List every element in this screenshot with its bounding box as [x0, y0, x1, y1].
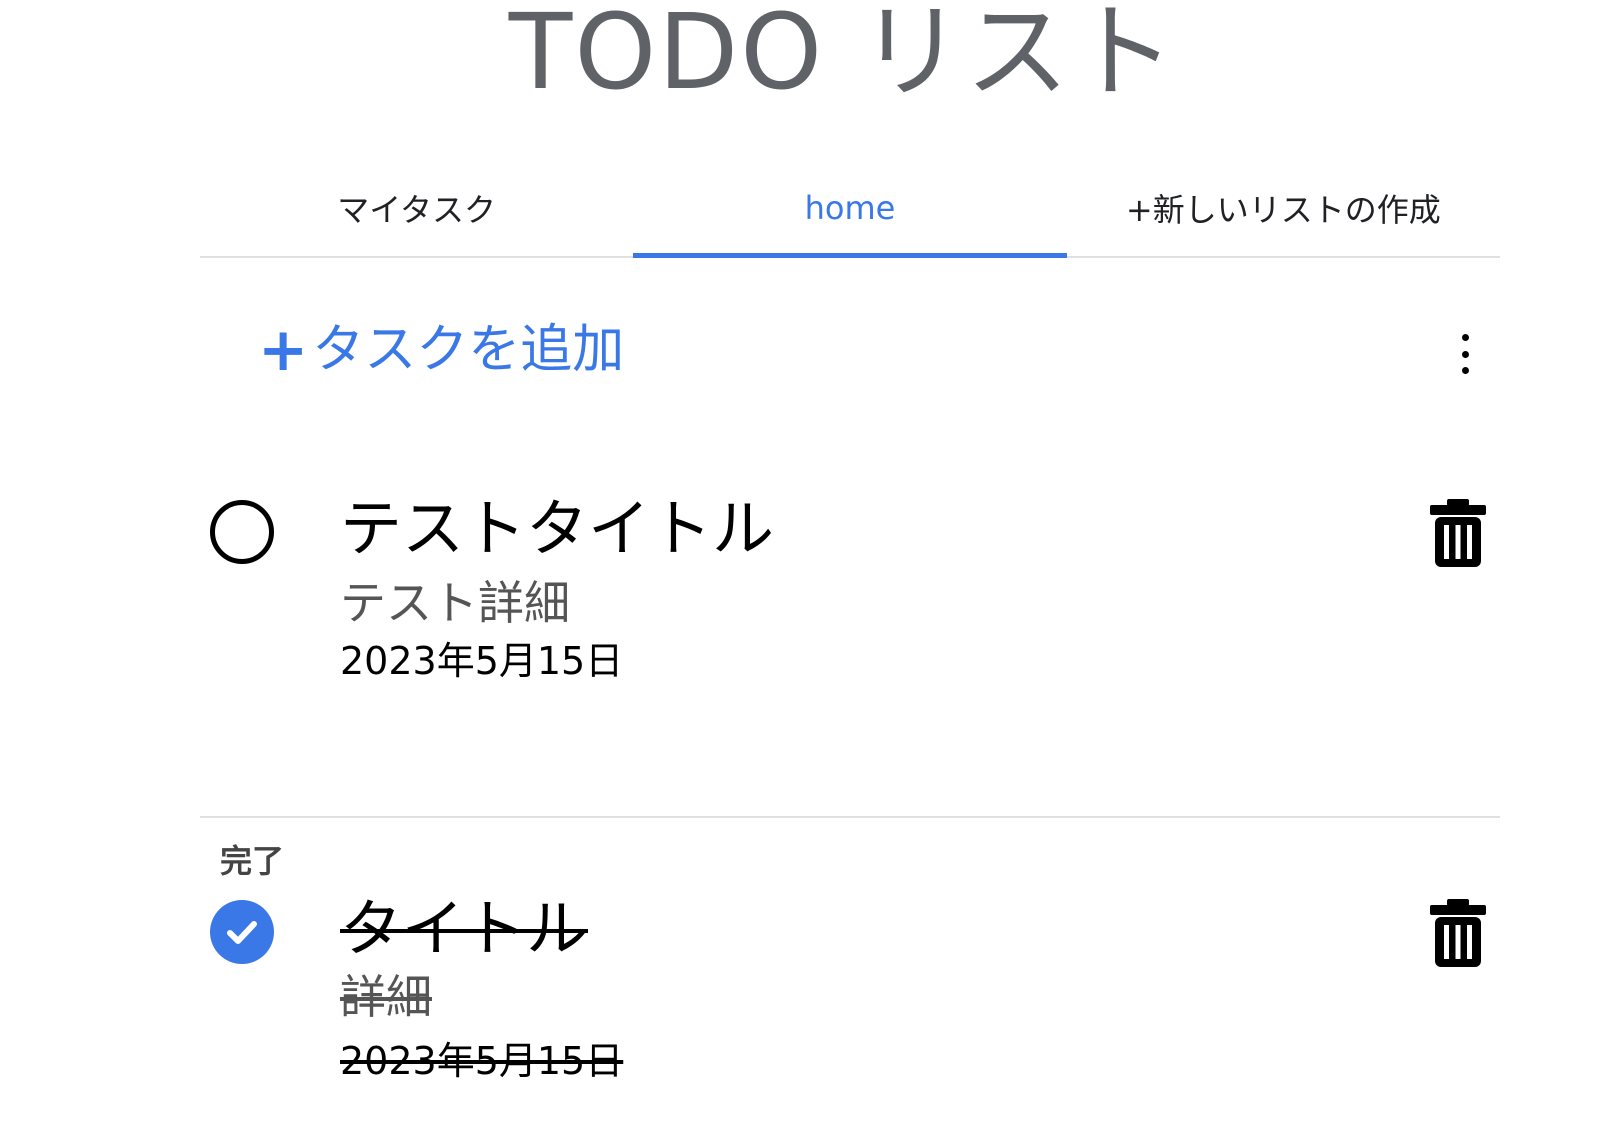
page-title: TODO リスト	[508, 0, 1178, 113]
trash-icon[interactable]	[1430, 899, 1486, 967]
circle-checkbox-icon[interactable]	[210, 500, 274, 564]
task-title: タイトル	[340, 892, 589, 965]
task-date: 2023年5月15日	[340, 1039, 624, 1083]
section-divider	[200, 816, 1500, 818]
more-vert-icon[interactable]	[1450, 334, 1480, 374]
task-date: 2023年5月15日	[340, 639, 624, 683]
tab-my-tasks[interactable]: マイタスク	[200, 160, 633, 256]
list-tabs: マイタスク home +新しいリストの作成	[200, 160, 1500, 258]
trash-icon[interactable]	[1430, 499, 1486, 567]
add-task-label: タスクを追加	[312, 320, 625, 380]
checkmark-icon	[227, 921, 257, 944]
more-dot	[1461, 367, 1469, 374]
tab-home[interactable]: home	[633, 160, 1067, 258]
task-title: テストタイトル	[340, 492, 775, 565]
task-detail: テスト詳細	[340, 576, 570, 630]
tab-create-new-list[interactable]: +新しいリストの作成	[1067, 160, 1500, 256]
completed-task-item: タイトル 詳細 2023年5月15日	[200, 894, 1500, 1100]
task-detail: 詳細	[340, 970, 432, 1024]
more-dot	[1461, 334, 1469, 341]
add-task-button[interactable]: + タスクを追加	[258, 318, 624, 382]
completed-section-label: 完了	[220, 842, 285, 880]
more-dot	[1461, 350, 1469, 358]
check-circle-icon[interactable]	[210, 900, 274, 964]
plus-icon: +	[258, 315, 309, 385]
task-item: テストタイトル テスト詳細 2023年5月15日	[200, 494, 1500, 700]
